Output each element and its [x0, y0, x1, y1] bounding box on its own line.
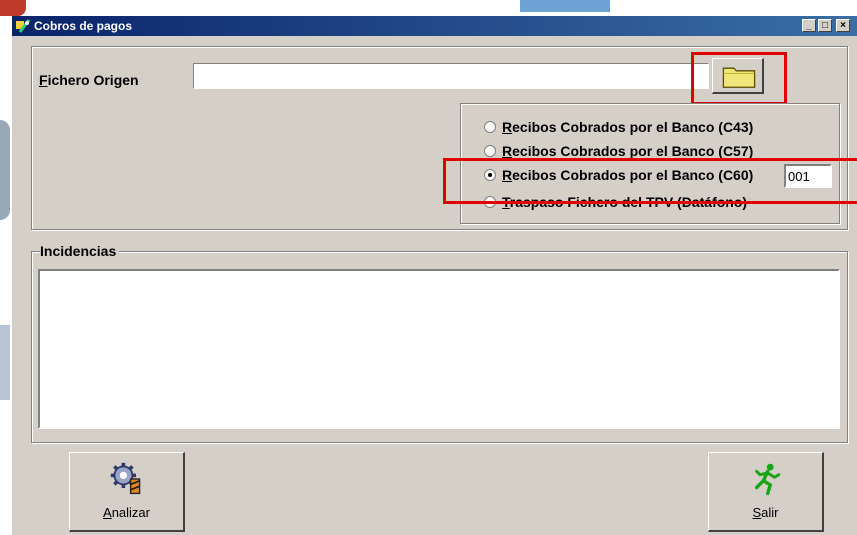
- minimize-button[interactable]: _: [802, 19, 816, 32]
- incidencias-textarea[interactable]: [38, 269, 840, 429]
- close-icon: ×: [840, 20, 846, 31]
- highlight-box-c60: [443, 158, 857, 204]
- exit-button[interactable]: Salir: [708, 452, 824, 532]
- title-bar[interactable]: Cobros de pagos _ □ ×: [12, 16, 857, 36]
- highlight-box-browse: [691, 52, 787, 105]
- window-title: Cobros de pagos: [34, 19, 133, 33]
- option-c57-label: Recibos Cobrados por el Banco (C57): [502, 143, 754, 159]
- incidencias-label: Incidencias: [40, 243, 120, 259]
- analyze-button[interactable]: Analizar: [69, 452, 185, 532]
- radio-c57[interactable]: [484, 145, 496, 157]
- running-man-icon: [754, 463, 781, 496]
- radio-c43[interactable]: [484, 121, 496, 133]
- analyze-label: Analizar: [103, 505, 150, 520]
- desktop-fragment: [520, 0, 610, 12]
- option-c43[interactable]: Recibos Cobrados por el Banco (C43): [484, 119, 844, 137]
- gear-icon: [110, 462, 141, 495]
- cobros-window: Cobros de pagos _ □ × Fichero Origen Rec…: [12, 16, 857, 535]
- desktop-fragment: [0, 325, 10, 400]
- source-file-label: Fichero Origen: [39, 72, 139, 88]
- app-icon: [16, 19, 31, 33]
- maximize-button[interactable]: □: [818, 19, 832, 32]
- desktop-fragment: [0, 120, 10, 220]
- minimize-icon: _: [806, 20, 812, 31]
- option-c43-label: Recibos Cobrados por el Banco (C43): [502, 119, 754, 135]
- exit-label: Salir: [752, 505, 779, 520]
- maximize-icon: □: [821, 20, 829, 31]
- desktop-fragment: [0, 0, 26, 16]
- source-file-input[interactable]: [193, 63, 709, 89]
- close-button[interactable]: ×: [836, 19, 850, 32]
